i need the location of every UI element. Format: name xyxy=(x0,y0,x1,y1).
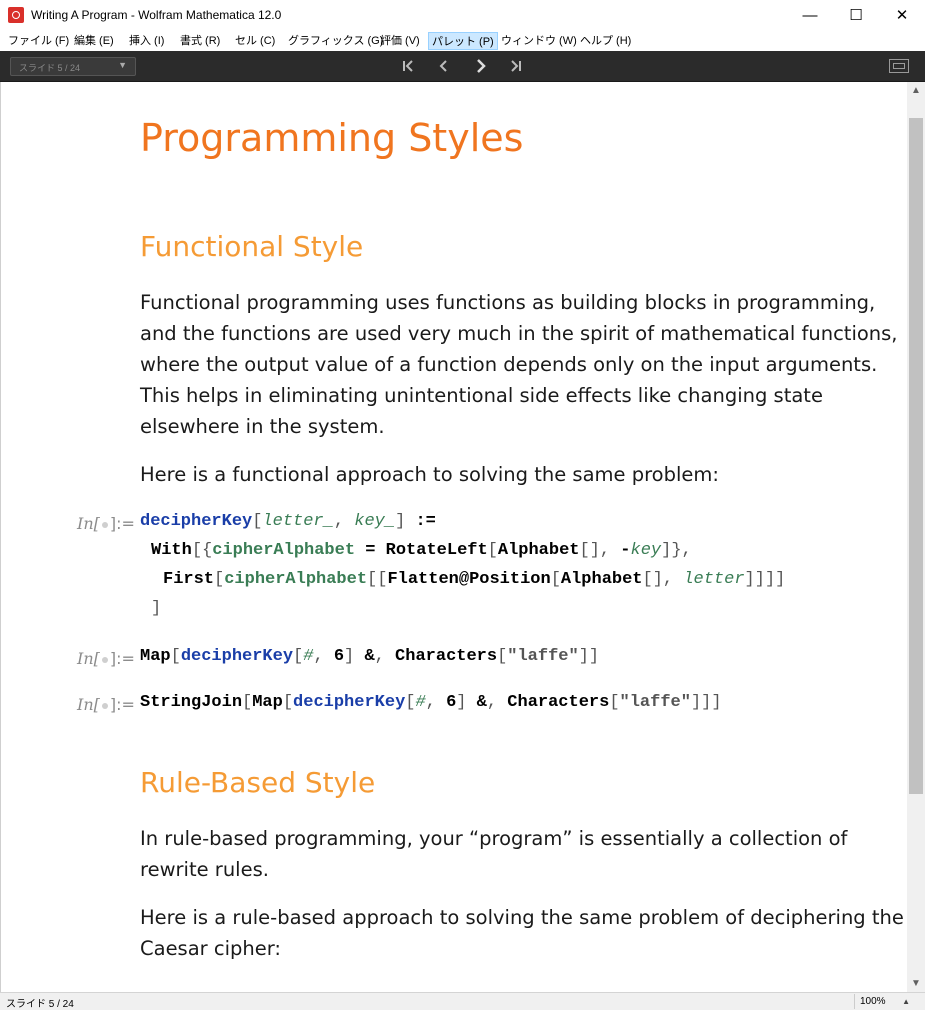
chevron-up-icon: ▲ xyxy=(902,997,910,1006)
input-cell-label: In[]:= xyxy=(77,695,135,714)
menu-help[interactable]: ヘルプ (H) xyxy=(577,32,634,50)
notebook-content[interactable]: Programming Styles Functional Style Func… xyxy=(0,82,907,992)
text-line: Caesar cipher: xyxy=(140,937,282,960)
close-button[interactable]: ✕ xyxy=(879,0,925,31)
status-bar: スライド 5 / 24 100% ▲ xyxy=(0,992,925,1010)
text-line: This helps in eliminating unintentional … xyxy=(140,384,823,407)
menu-bar: ファイル (F) 編集 (E) 挿入 (I) 書式 (R) セル (C) グラフ… xyxy=(0,31,925,51)
input-cell-decipherkey-def[interactable]: decipherKey[letter_, key_] := xyxy=(140,512,436,531)
title-bar: Writing A Program - Wolfram Mathematica … xyxy=(0,0,925,31)
input-cell-stringjoin[interactable]: StringJoin[Map[decipherKey[#, 6] &, Char… xyxy=(140,693,722,712)
maximize-button[interactable]: ☐ xyxy=(833,0,879,31)
code-line[interactable]: With[{cipherAlphabet = RotateLeft[Alphab… xyxy=(151,541,692,560)
slide-selector-label: スライド 5 / 24 xyxy=(19,63,81,73)
text-line: Here is a rule-based approach to solving… xyxy=(140,906,904,929)
rule-based-description: In rule-based programming, your “program… xyxy=(140,823,870,885)
input-cell-label: In[]:= xyxy=(77,514,135,533)
chevron-right-icon xyxy=(477,59,486,73)
zoom-value: 100% xyxy=(860,996,886,1007)
vertical-scrollbar[interactable]: ▲ ▼ xyxy=(907,82,925,992)
menu-palettes[interactable]: パレット (P) xyxy=(428,32,498,50)
scroll-up-icon[interactable]: ▲ xyxy=(907,82,925,99)
pending-dot-icon xyxy=(101,521,108,528)
text-line: rewrite rules. xyxy=(140,858,269,881)
text-line: Functional programming uses functions as… xyxy=(140,291,876,314)
chevron-down-icon: ▼ xyxy=(118,60,127,70)
functional-description: Functional programming uses functions as… xyxy=(140,287,898,442)
status-slide-indicator: スライド 5 / 24 xyxy=(6,999,74,1010)
mathematica-app-icon[interactable] xyxy=(8,7,24,23)
text-line: In rule-based programming, your “program… xyxy=(140,827,848,850)
functional-intro: Here is a functional approach to solving… xyxy=(140,459,870,490)
text-line: where the output value of a function dep… xyxy=(140,353,878,376)
input-cell-map[interactable]: Map[decipherKey[#, 6] &, Characters["laf… xyxy=(140,647,599,666)
presentation-mode-icon[interactable] xyxy=(889,59,909,73)
pending-dot-icon xyxy=(101,702,108,709)
section-rule-based-heading: Rule-Based Style xyxy=(140,766,376,799)
menu-window[interactable]: ウィンドウ (W) xyxy=(498,32,580,50)
section-functional-heading: Functional Style xyxy=(140,230,364,263)
skip-first-icon xyxy=(403,60,413,72)
menu-cell[interactable]: セル (C) xyxy=(232,32,278,50)
slide-selector[interactable]: スライド 5 / 24 ▼ xyxy=(10,57,136,76)
menu-graphics[interactable]: グラフィックス (G) xyxy=(285,32,386,50)
code-line[interactable]: First[cipherAlphabet[[Flatten@Position[A… xyxy=(163,570,785,589)
text-line: elsewhere in the system. xyxy=(140,415,385,438)
menu-insert[interactable]: 挿入 (I) xyxy=(126,32,167,50)
minimize-button[interactable]: — xyxy=(787,0,833,31)
menu-file[interactable]: ファイル (F) xyxy=(5,32,72,50)
page-title: Programming Styles xyxy=(140,116,524,160)
next-slide-button[interactable] xyxy=(471,56,491,76)
skip-last-icon xyxy=(511,60,521,72)
previous-slide-button[interactable] xyxy=(434,56,454,76)
menu-format[interactable]: 書式 (R) xyxy=(177,32,223,50)
input-cell-label: In[]:= xyxy=(77,649,135,668)
menu-edit[interactable]: 編集 (E) xyxy=(71,32,117,50)
scrollbar-thumb[interactable] xyxy=(909,118,923,794)
last-slide-button[interactable] xyxy=(506,56,526,76)
pending-dot-icon xyxy=(101,656,108,663)
slideshow-toolbar: スライド 5 / 24 ▼ xyxy=(0,51,925,82)
text-line: and the functions are used very much in … xyxy=(140,322,898,345)
rule-based-intro: Here is a rule-based approach to solving… xyxy=(140,902,904,964)
text-line: Here is a functional approach to solving… xyxy=(140,463,719,486)
code-line[interactable]: ] xyxy=(151,599,161,618)
window-title: Writing A Program - Wolfram Mathematica … xyxy=(31,8,282,22)
zoom-selector[interactable]: 100% ▲ xyxy=(854,994,912,1009)
first-slide-button[interactable] xyxy=(398,56,418,76)
chevron-left-icon xyxy=(439,60,447,72)
menu-evaluation[interactable]: 評価 (V) xyxy=(377,32,423,50)
scroll-down-icon[interactable]: ▼ xyxy=(907,975,925,992)
